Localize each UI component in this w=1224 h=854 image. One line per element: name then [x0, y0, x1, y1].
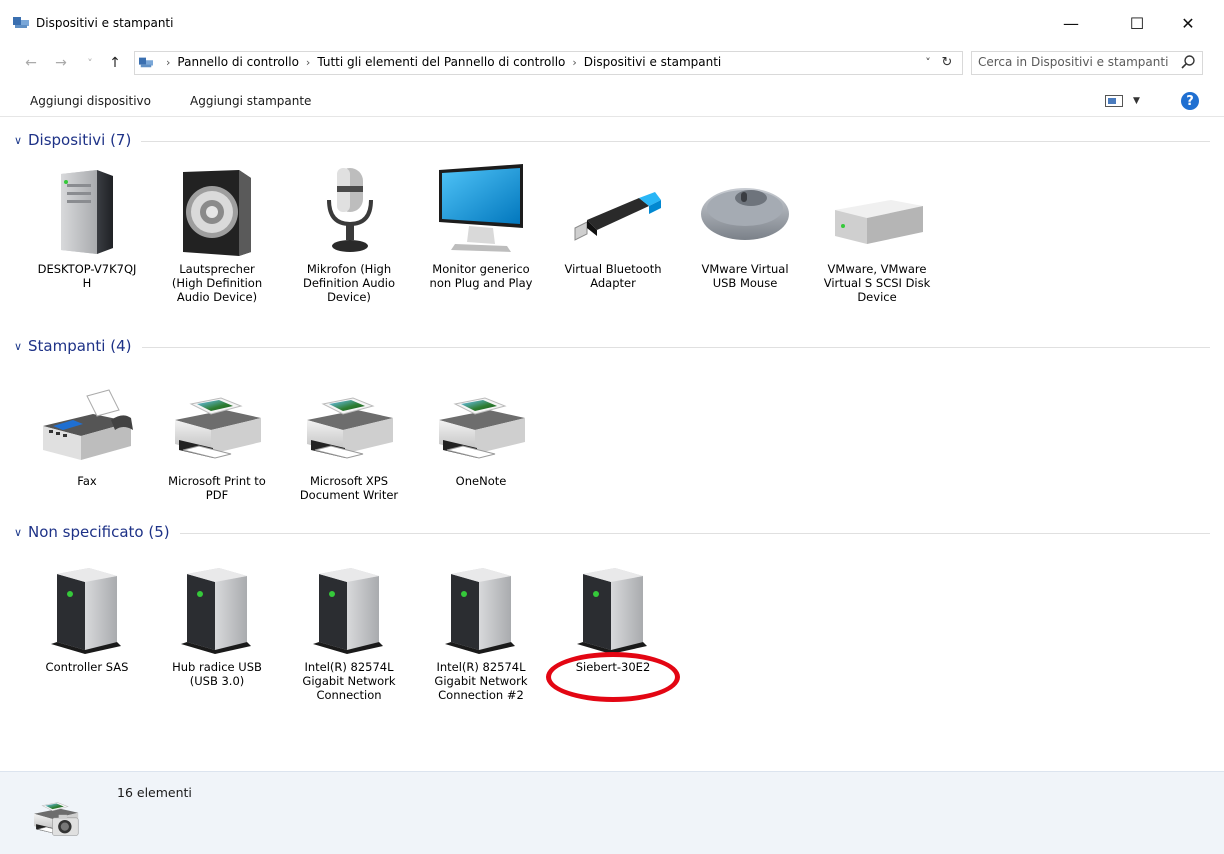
group-header-printers[interactable]: ∨ Stampanti (4) — [14, 337, 1210, 355]
group-title-devices: Dispositivi (7) — [28, 131, 132, 149]
disk-drive-icon — [829, 162, 925, 258]
printer-item[interactable]: Fax — [33, 374, 141, 488]
generic-device-icon — [169, 560, 265, 656]
breadcrumb-item-control-panel[interactable]: Pannello di controllo — [177, 55, 299, 69]
device-label: VMware Virtual USB Mouse — [701, 262, 789, 290]
help-button[interactable]: ? — [1181, 92, 1199, 110]
device-label: Lautsprecher (High Definition Audio Devi… — [171, 262, 263, 304]
device-label: VMware, VMware Virtual S SCSI Disk Devic… — [823, 262, 931, 304]
printer-item[interactable]: Microsoft Print to PDF — [163, 374, 271, 502]
printer-label: OneNote — [455, 474, 507, 488]
device-label: Monitor generico non Plug and Play — [429, 262, 533, 290]
breadcrumb-item-all-control-panel-items[interactable]: Tutti gli elementi del Pannello di contr… — [317, 55, 565, 69]
device-label: Hub radice USB (USB 3.0) — [172, 660, 262, 688]
view-dropdown-icon[interactable]: ▼ — [1133, 96, 1140, 106]
add-printer-button[interactable]: Aggiungi stampante — [190, 94, 311, 108]
command-bar: Aggiungi dispositivo Aggiungi stampante — [0, 86, 1224, 117]
unspecified-device-item[interactable]: Intel(R) 82574L Gigabit Network Connecti… — [295, 560, 403, 702]
generic-device-icon — [565, 560, 661, 656]
printer-icon — [433, 374, 529, 470]
add-device-button[interactable]: Aggiungi dispositivo — [30, 94, 151, 108]
group-divider — [141, 346, 1210, 348]
device-item[interactable]: VMware, VMware Virtual S SCSI Disk Devic… — [823, 162, 931, 304]
device-item[interactable]: Virtual Bluetooth Adapter — [559, 162, 667, 290]
search-input[interactable] — [978, 55, 1174, 69]
printer-label: Microsoft XPS Document Writer — [299, 474, 399, 502]
breadcrumb-separator-icon: › — [572, 55, 577, 69]
breadcrumb: › Pannello di controllo › Tutti gli elem… — [137, 55, 721, 69]
group-divider — [179, 532, 1210, 534]
up-arrow-icon[interactable]: ↑ — [106, 54, 124, 72]
collapse-chevron-icon[interactable]: ∨ — [14, 340, 28, 353]
printer-item[interactable]: Microsoft XPS Document Writer — [295, 374, 403, 502]
device-label: Intel(R) 82574L Gigabit Network Connecti… — [302, 660, 396, 702]
device-item[interactable]: Mikrofon (High Definition Audio Device) — [295, 162, 403, 304]
search-box[interactable] — [971, 51, 1203, 75]
breadcrumb-separator-icon: › — [166, 55, 171, 69]
breadcrumb-item-devices-printers[interactable]: Dispositivi e stampanti — [584, 55, 721, 69]
device-label: Controller SAS — [45, 660, 129, 674]
title-bar: Dispositivi e stampanti — ☐ ✕ — [0, 0, 1224, 46]
generic-device-icon — [39, 560, 135, 656]
speaker-icon — [169, 162, 265, 258]
unspecified-device-item[interactable]: Intel(R) 82574L Gigabit Network Connecti… — [427, 560, 535, 702]
unspecified-device-item[interactable]: Siebert-30E2 — [559, 560, 667, 674]
monitor-icon — [433, 162, 529, 258]
unspecified-device-item[interactable]: Hub radice USB (USB 3.0) — [163, 560, 271, 688]
generic-device-icon — [433, 560, 529, 656]
device-label: Siebert-30E2 — [575, 660, 651, 674]
details-pane: 16 elementi — [0, 771, 1224, 854]
generic-device-icon — [301, 560, 397, 656]
group-header-unspecified[interactable]: ∨ Non specificato (5) — [14, 523, 1210, 541]
view-options-icon — [1105, 95, 1123, 107]
back-arrow-icon[interactable]: ← — [22, 54, 40, 72]
device-item[interactable]: VMware Virtual USB Mouse — [691, 162, 799, 290]
microphone-icon — [301, 162, 397, 258]
computer-tower-icon — [39, 162, 135, 258]
collapse-chevron-icon[interactable]: ∨ — [14, 526, 28, 539]
group-divider — [141, 140, 1210, 142]
change-view-button[interactable]: ▼ — [1105, 93, 1145, 109]
printer-icon — [169, 374, 265, 470]
refresh-icon[interactable]: ↻ — [938, 52, 956, 72]
device-label: Mikrofon (High Definition Audio Device) — [302, 262, 396, 304]
group-header-devices[interactable]: ∨ Dispositivi (7) — [14, 131, 1210, 149]
breadcrumb-separator-icon: › — [305, 55, 311, 69]
printer-item[interactable]: OneNote — [427, 374, 535, 488]
item-count-label: 16 elementi — [117, 785, 192, 800]
device-item[interactable]: Lautsprecher (High Definition Audio Devi… — [163, 162, 271, 304]
control-panel-icon — [139, 57, 153, 68]
group-title-printers: Stampanti (4) — [28, 337, 132, 355]
recent-locations-chevron-icon[interactable]: ˅ — [81, 54, 99, 72]
usb-bluetooth-adapter-icon — [565, 162, 661, 258]
mouse-icon — [697, 162, 793, 258]
fax-icon — [39, 374, 135, 470]
printer-label: Fax — [77, 474, 97, 488]
printer-icon — [301, 374, 397, 470]
device-label: Virtual Bluetooth Adapter — [564, 262, 662, 290]
unspecified-device-item[interactable]: Controller SAS — [33, 560, 141, 674]
window-title: Dispositivi e stampanti — [36, 16, 174, 30]
device-item[interactable]: Monitor generico non Plug and Play — [427, 162, 535, 290]
close-button[interactable]: ✕ — [1165, 0, 1211, 46]
devices-printers-camera-icon — [26, 790, 100, 852]
printer-label: Microsoft Print to PDF — [168, 474, 266, 502]
device-label: DESKTOP-V7K7QJ H — [37, 262, 137, 290]
minimize-button[interactable]: — — [1048, 0, 1094, 46]
devices-printers-app-icon — [13, 17, 29, 28]
device-item[interactable]: DESKTOP-V7K7QJ H — [33, 162, 141, 290]
device-label: Intel(R) 82574L Gigabit Network Connecti… — [434, 660, 528, 702]
address-dropdown-icon[interactable]: ˅ — [920, 52, 936, 72]
maximize-button[interactable]: ☐ — [1114, 0, 1160, 46]
search-icon[interactable] — [1180, 54, 1196, 70]
collapse-chevron-icon[interactable]: ∨ — [14, 134, 28, 147]
forward-arrow-icon[interactable]: → — [52, 54, 70, 72]
group-title-unspecified: Non specificato (5) — [28, 523, 170, 541]
